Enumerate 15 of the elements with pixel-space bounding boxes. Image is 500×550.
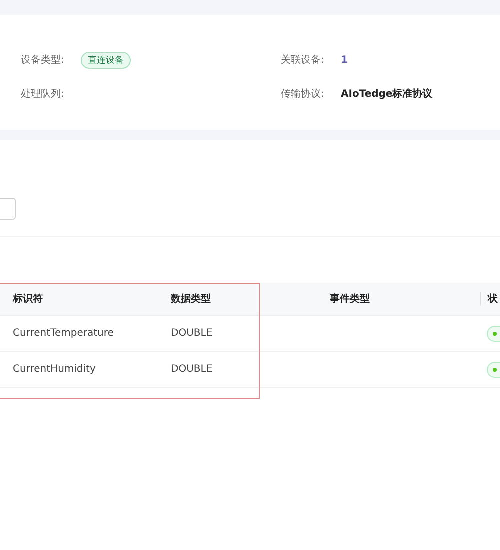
field-label: 设备类型: <box>21 54 66 67</box>
field-label: 处理队列: <box>21 88 66 101</box>
table-cell-text: CurrentHumidity <box>12 364 97 375</box>
table-cell-text: DOUBLE <box>170 328 214 339</box>
table-cell-text: DOUBLE <box>170 364 214 375</box>
column-header: 数据类型 <box>170 292 212 306</box>
field-value: AIoTedge标准协议 <box>341 88 433 101</box>
device-type-tag: 直连设备 <box>81 52 131 68</box>
column-header: 事件类型 <box>329 292 371 306</box>
linked-device-link[interactable]: 1 <box>341 54 348 66</box>
table-cell-text: CurrentTemperature <box>12 328 115 339</box>
column-header: 标识符 <box>12 292 44 306</box>
column-header: 状 <box>480 292 500 306</box>
field-label: 传输协议: <box>281 88 326 101</box>
field-label: 关联设备: <box>281 54 326 67</box>
